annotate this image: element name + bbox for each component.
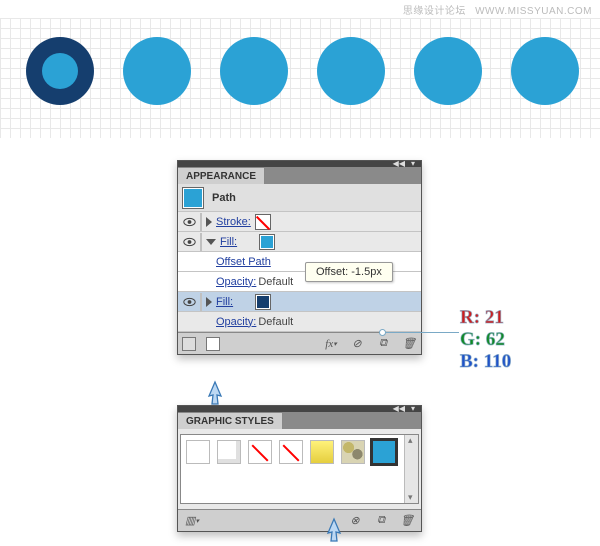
stroke-label[interactable]: Stroke:: [216, 216, 251, 228]
new-art-icon[interactable]: [206, 337, 220, 351]
watermark-cn: 思缘设计论坛: [403, 6, 466, 17]
opacity-value: Default: [258, 316, 293, 328]
style-thumb[interactable]: [248, 440, 272, 464]
style-thumb[interactable]: [310, 440, 334, 464]
stroke-row[interactable]: Stroke:: [178, 212, 421, 232]
fill-label[interactable]: Fill:: [220, 236, 237, 248]
fill-row-1[interactable]: Fill:: [178, 232, 421, 252]
watermark: 思缘设计论坛 WWW.MISSYUAN.COM: [403, 2, 592, 17]
visibility-icon[interactable]: [182, 215, 196, 229]
new-style-icon[interactable]: ⧉: [373, 513, 389, 529]
style-thumb[interactable]: [217, 440, 241, 464]
fill-swatch-navy[interactable]: [255, 294, 271, 310]
appearance-target-row[interactable]: Path: [178, 184, 421, 212]
style-thumb[interactable]: [186, 440, 210, 464]
circle[interactable]: [317, 37, 385, 105]
trash-icon[interactable]: 🗑: [401, 336, 417, 352]
tab-graphic-styles[interactable]: GRAPHIC STYLES: [178, 412, 283, 429]
expand-icon[interactable]: [206, 297, 212, 307]
circle-row: [26, 37, 579, 105]
target-type: Path: [212, 192, 236, 204]
pointer-arrow: [206, 380, 224, 406]
collapse-icon[interactable]: [206, 239, 216, 245]
style-thumb[interactable]: [279, 440, 303, 464]
stroke-swatch-none[interactable]: [255, 214, 271, 230]
offset-tooltip: Offset: -1.5px: [305, 262, 393, 282]
watermark-en: WWW.MISSYUAN.COM: [475, 6, 592, 17]
opacity-value: Default: [258, 276, 293, 288]
opacity-label[interactable]: Opacity:: [216, 276, 256, 288]
style-thumb[interactable]: [341, 440, 365, 464]
target-swatch: [182, 187, 204, 209]
clear-appearance-icon[interactable]: ⊘: [349, 336, 365, 352]
visibility-icon[interactable]: [182, 235, 196, 249]
fill-label[interactable]: Fill:: [216, 296, 233, 308]
no-selection-icon[interactable]: [182, 337, 196, 351]
expand-icon[interactable]: [206, 217, 212, 227]
duplicate-icon[interactable]: ⧉: [375, 336, 391, 352]
panel-tabs: GRAPHIC STYLES: [178, 412, 421, 429]
appearance-panel: ◀◀▾ APPEARANCE Path Stroke: Fill: Offset…: [177, 160, 422, 355]
circle[interactable]: [414, 37, 482, 105]
style-thumb-selected[interactable]: [372, 440, 396, 464]
fill-row-2[interactable]: Fill:: [178, 292, 421, 312]
break-link-icon[interactable]: ⊗: [347, 513, 363, 529]
library-menu-icon[interactable]: ▥▾: [184, 513, 200, 529]
fill-swatch-cyan[interactable]: [259, 234, 275, 250]
callout-line: [384, 332, 459, 333]
circle-ring[interactable]: [26, 37, 94, 105]
rgb-callout: R: 21 G: 62 B: 110: [460, 307, 511, 373]
graphic-styles-panel: ◀◀▾ GRAPHIC STYLES ▥▾ ⊗ ⧉ 🗑: [177, 405, 422, 532]
styles-footer: ▥▾ ⊗ ⧉ 🗑: [178, 509, 421, 531]
styles-list[interactable]: [180, 434, 419, 504]
visibility-icon[interactable]: [182, 295, 196, 309]
scrollbar[interactable]: [404, 435, 418, 503]
panel-tabs: APPEARANCE: [178, 167, 421, 184]
opacity-label[interactable]: Opacity:: [216, 316, 256, 328]
circle[interactable]: [123, 37, 191, 105]
tab-appearance[interactable]: APPEARANCE: [178, 167, 265, 184]
circle[interactable]: [511, 37, 579, 105]
offset-path-link[interactable]: Offset Path: [216, 256, 271, 268]
pointer-arrow: [325, 517, 343, 543]
fx-icon[interactable]: fx▾: [323, 336, 339, 352]
circle[interactable]: [220, 37, 288, 105]
trash-icon[interactable]: 🗑: [399, 513, 415, 529]
